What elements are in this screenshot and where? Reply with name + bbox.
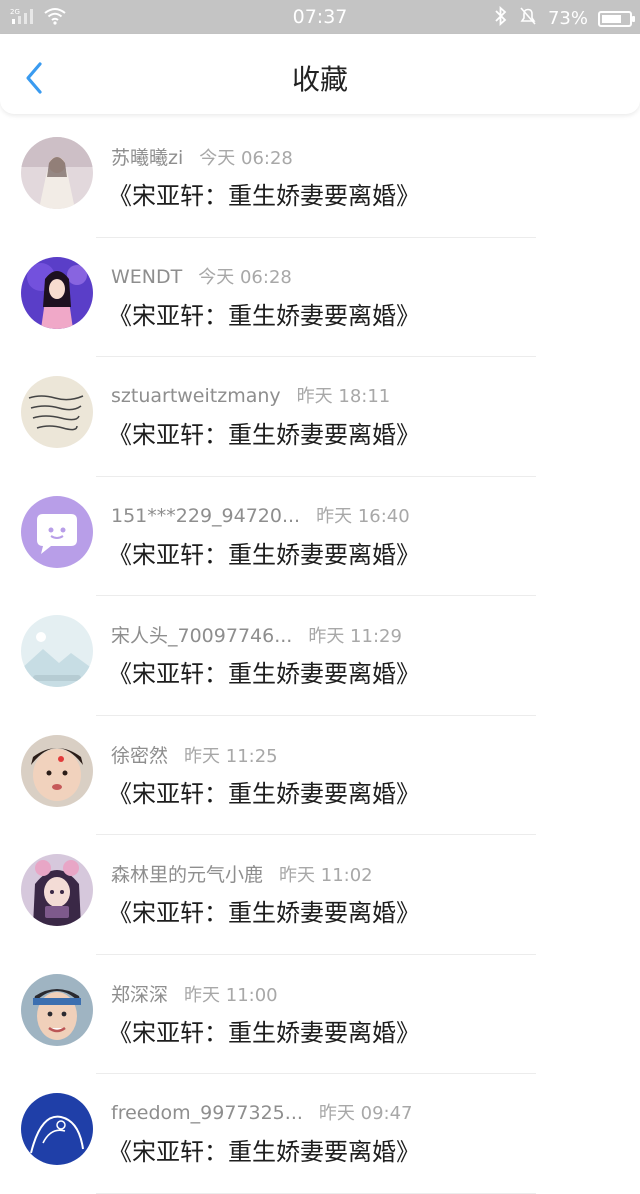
- timestamp: 昨天 16:40: [316, 505, 410, 527]
- item-header: 徐密然 昨天 11:25: [111, 741, 278, 768]
- avatar[interactable]: [21, 854, 93, 926]
- favorite-text[interactable]: 《宋亚轩：重生娇妻要离婚》: [108, 1013, 420, 1048]
- avatar[interactable]: [21, 734, 93, 807]
- item-header: sztuartweitzmany 昨天 18:11: [111, 382, 390, 408]
- favorite-text[interactable]: 《宋亚轩：重生娇妻要离婚》: [108, 296, 420, 331]
- user-name[interactable]: 郑深深: [111, 984, 168, 1006]
- user-name[interactable]: WENDT: [111, 266, 182, 288]
- list-item[interactable]: 151***229_94720... 昨天 16:40 《宋亚轩：重生娇妻要离婚》: [0, 477, 640, 596]
- list-item[interactable]: 徐密然 昨天 11:25 《宋亚轩：重生娇妻要离婚》: [0, 716, 640, 835]
- favorite-text[interactable]: 《宋亚轩：重生娇妻要离婚》: [108, 654, 420, 689]
- favorite-text[interactable]: 《宋亚轩：重生娇妻要离婚》: [108, 535, 420, 570]
- user-name[interactable]: sztuartweitzmany: [111, 385, 281, 407]
- user-name[interactable]: 宋人头_70097746...: [111, 625, 292, 647]
- battery-percent: 73%: [547, 8, 588, 29]
- mute-bell-icon: [518, 6, 538, 31]
- list-item[interactable]: 宋人头_70097746... 昨天 11:29 《宋亚轩：重生娇妻要离婚》: [0, 596, 640, 716]
- favorite-text[interactable]: 《宋亚轩：重生娇妻要离婚》: [108, 774, 420, 809]
- timestamp: 昨天 18:11: [296, 386, 391, 407]
- item-header: 森林里的元气小鹿 昨天 11:02: [111, 860, 373, 887]
- timestamp: 昨天 11:02: [279, 865, 373, 886]
- favorite-text[interactable]: 《宋亚轩：重生娇妻要离婚》: [108, 176, 420, 211]
- item-header: WENDT 今天 06:28: [111, 263, 292, 289]
- list-item[interactable]: 郑深深 昨天 11:00 《宋亚轩：重生娇妻要离婚》: [0, 955, 640, 1074]
- timestamp: 今天 06:28: [198, 266, 292, 288]
- timestamp: 昨天 11:25: [184, 745, 278, 767]
- favorite-text[interactable]: 《宋亚轩：重生娇妻要离婚》: [108, 415, 420, 450]
- status-right: 73%: [494, 5, 635, 31]
- nav-bar: 收藏: [0, 34, 640, 114]
- timestamp: 今天 06:28: [199, 148, 293, 169]
- timestamp: 昨天 11:00: [184, 984, 278, 1006]
- user-name[interactable]: 森林里的元气小鹿: [111, 864, 263, 886]
- avatar[interactable]: [21, 1093, 93, 1165]
- divider: [96, 1192, 536, 1194]
- user-name[interactable]: 151***229_94720...: [111, 505, 300, 527]
- item-header: 郑深深 昨天 11:00: [111, 980, 278, 1007]
- item-header: 苏曦曦zi 今天 06:28: [111, 143, 293, 170]
- avatar[interactable]: [21, 973, 93, 1046]
- timestamp: 昨天 11:29: [308, 626, 402, 647]
- battery-level: [602, 14, 621, 23]
- list-item[interactable]: 苏曦曦zi 今天 06:28 《宋亚轩：重生娇妻要离婚》: [0, 118, 640, 238]
- list-item[interactable]: freedom_9977325... 昨天 09:47 《宋亚轩：重生娇妻要离婚》: [0, 1074, 640, 1194]
- item-header: freedom_9977325... 昨天 09:47: [111, 1099, 413, 1125]
- favorite-text[interactable]: 《宋亚轩：重生娇妻要离婚》: [108, 1132, 420, 1167]
- user-name[interactable]: freedom_9977325...: [111, 1102, 303, 1124]
- item-header: 宋人头_70097746... 昨天 11:29: [111, 621, 402, 648]
- avatar[interactable]: [21, 495, 93, 568]
- page-title: 收藏: [291, 63, 348, 96]
- list-item[interactable]: WENDT 今天 06:28 《宋亚轩：重生娇妻要离婚》: [0, 238, 640, 357]
- avatar[interactable]: [21, 137, 93, 209]
- status-bar: 2G 07:37 73%: [0, 0, 640, 34]
- item-header: 151***229_94720... 昨天 16:40: [111, 502, 410, 528]
- user-name[interactable]: 苏曦曦zi: [111, 147, 183, 169]
- list-item[interactable]: 森林里的元气小鹿 昨天 11:02 《宋亚轩：重生娇妻要离婚》: [0, 835, 640, 955]
- list-item[interactable]: sztuartweitzmany 昨天 18:11 《宋亚轩：重生娇妻要离婚》: [0, 357, 640, 477]
- favorites-list: 苏曦曦zi 今天 06:28 《宋亚轩：重生娇妻要离婚》 WENDT 今天 06:2…: [0, 118, 640, 1194]
- favorite-text[interactable]: 《宋亚轩：重生娇妻要离婚》: [108, 893, 420, 928]
- battery-icon: [598, 10, 635, 27]
- timestamp: 昨天 09:47: [318, 1103, 413, 1124]
- avatar[interactable]: [21, 256, 93, 329]
- avatar[interactable]: [21, 376, 93, 448]
- user-name[interactable]: 徐密然: [111, 745, 168, 767]
- avatar[interactable]: [21, 615, 93, 687]
- bluetooth-icon: [494, 5, 508, 31]
